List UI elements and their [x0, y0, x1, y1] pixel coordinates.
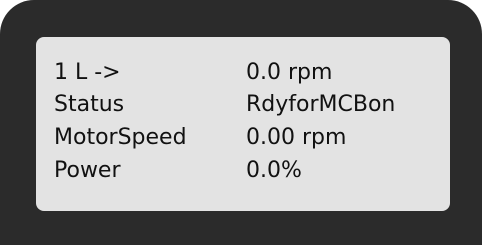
param-value: RdyforMCBon: [246, 92, 396, 117]
lcd-display: 1 L -> 0.0 rpm Status RdyforMCBon MotorS…: [36, 37, 450, 211]
display-row-reference: 1 L -> 0.0 rpm: [54, 57, 444, 89]
display-row-power: Power 0.0%: [54, 155, 444, 187]
param-label: Power: [54, 158, 121, 183]
display-row-motor-speed: MotorSpeed 0.00 rpm: [54, 122, 444, 154]
control-panel-bezel-bottom: [12, 225, 470, 245]
param-label: 1 L ->: [54, 60, 121, 85]
param-value: 0.0%: [246, 158, 302, 183]
param-value: 0.00 rpm: [246, 125, 347, 150]
param-label: MotorSpeed: [54, 125, 187, 150]
param-value: 0.0 rpm: [246, 60, 333, 85]
param-label: Status: [54, 92, 125, 117]
display-row-status: Status RdyforMCBon: [54, 89, 444, 121]
